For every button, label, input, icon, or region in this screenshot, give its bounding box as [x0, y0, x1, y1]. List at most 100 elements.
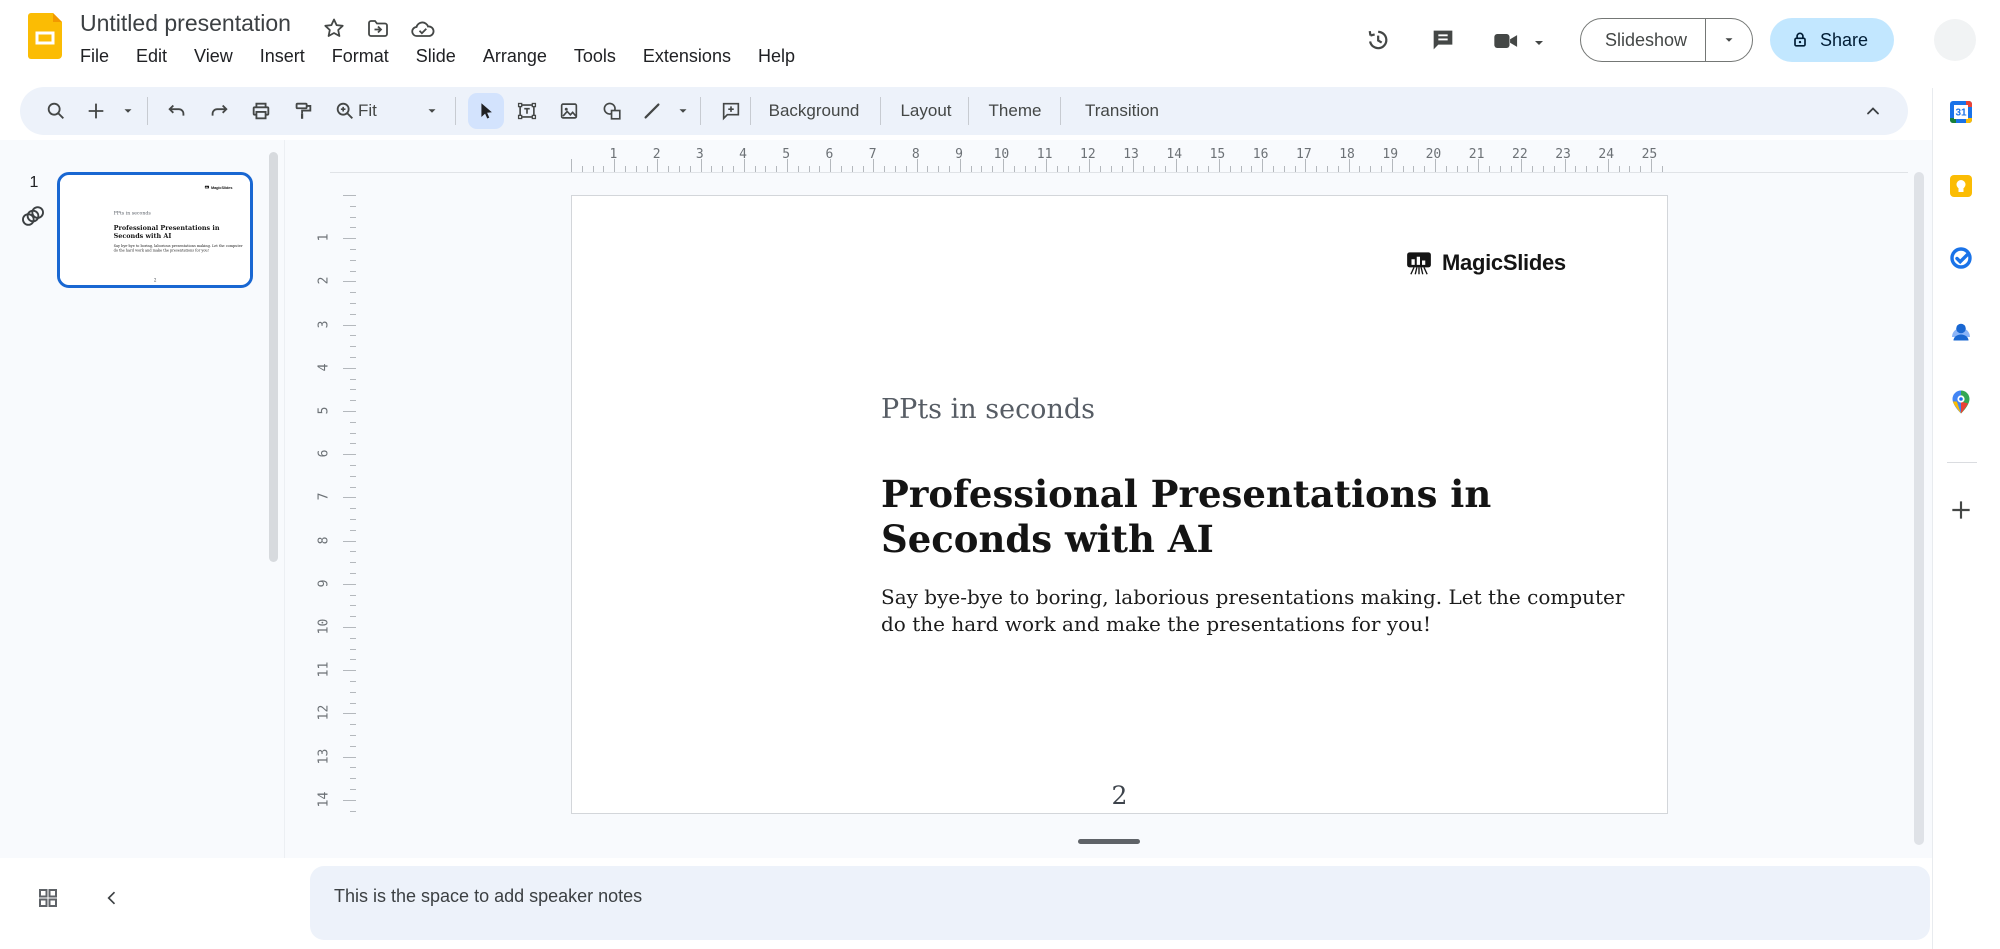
canvas-scrollbar[interactable]: [1914, 172, 1924, 845]
h-ruler-number: 16: [1252, 147, 1269, 162]
ruler-tick: [350, 745, 356, 747]
transition-button[interactable]: Transition: [1077, 92, 1167, 130]
document-title[interactable]: Untitled presentation: [80, 10, 291, 37]
google-slides-app: Untitled presentation File Edit View Insert…: [0, 0, 2000, 949]
insert-shape-icon[interactable]: [600, 99, 624, 123]
menu-item-insert[interactable]: Insert: [258, 44, 307, 69]
google-calendar-icon[interactable]: 31: [1948, 99, 1974, 125]
slideshow-dropdown-icon[interactable]: [1706, 33, 1752, 47]
zoom-select-value[interactable]: Fit: [358, 101, 377, 121]
cloud-saved-icon[interactable]: [410, 18, 436, 42]
ruler-tick: [350, 421, 356, 423]
menu-bar: File Edit View Insert Format Slide Arrange Tool…: [78, 42, 797, 70]
ruler-tick: [350, 313, 356, 315]
redo-button[interactable]: [207, 99, 231, 123]
notes-resize-handle[interactable]: [1078, 839, 1140, 844]
slide-editor-page[interactable]: MagicSlides PPts in seconds Professional…: [571, 195, 1668, 814]
meet-videocam-icon[interactable]: [1492, 28, 1520, 54]
slide-body-text[interactable]: Say bye-bye to boring, laborious present…: [881, 584, 1624, 638]
meet-dropdown-icon[interactable]: [1531, 35, 1547, 51]
menu-item-edit[interactable]: Edit: [134, 44, 169, 69]
v-ruler-number: 13: [316, 748, 332, 764]
menu-item-help[interactable]: Help: [756, 44, 797, 69]
paint-format-icon[interactable]: [291, 99, 315, 123]
undo-button[interactable]: [165, 99, 189, 123]
theme-button[interactable]: Theme: [981, 92, 1050, 130]
mini-page-number: 2: [153, 277, 157, 283]
print-button[interactable]: [249, 99, 273, 123]
ruler-tick: [350, 249, 356, 250]
ruler-tick: [350, 767, 356, 769]
star-icon[interactable]: [322, 16, 346, 40]
ruler-tick: [350, 648, 356, 650]
ruler-tick: [350, 659, 356, 661]
h-ruler-number: 15: [1209, 147, 1226, 162]
ruler-tick: [350, 259, 356, 261]
speaker-notes-input[interactable]: This is the space to add speaker notes: [310, 866, 1930, 940]
new-slide-dropdown-icon[interactable]: [116, 99, 140, 123]
get-add-ons-icon[interactable]: [1948, 497, 1974, 523]
menu-item-view[interactable]: View: [192, 44, 235, 69]
ruler-tick: [343, 540, 356, 542]
google-contacts-icon[interactable]: [1948, 319, 1974, 345]
ruler-tick: [343, 281, 356, 283]
search-menus-icon[interactable]: [44, 99, 68, 123]
share-button[interactable]: Share: [1770, 18, 1895, 62]
ruler-tick: [343, 713, 356, 715]
menu-item-tools[interactable]: Tools: [572, 44, 618, 69]
new-slide-button[interactable]: [84, 99, 108, 123]
slide-thumbnail[interactable]: MagicSlides PPts in seconds Professional…: [57, 172, 253, 288]
google-keep-icon[interactable]: [1948, 173, 1974, 199]
ruler-tick: [350, 270, 356, 272]
ruler-tick: [343, 454, 356, 456]
grid-view-icon[interactable]: [36, 886, 60, 910]
collapse-toolbar-icon[interactable]: [1861, 99, 1885, 123]
google-maps-icon[interactable]: [1948, 389, 1974, 415]
zoom-select-dropdown-icon[interactable]: [420, 99, 444, 123]
menu-item-slide[interactable]: Slide: [414, 44, 458, 69]
line-dropdown-icon[interactable]: [671, 99, 695, 123]
move-to-folder-icon[interactable]: [366, 17, 390, 41]
add-comment-icon[interactable]: [719, 99, 743, 123]
h-ruler-number: 6: [825, 147, 834, 162]
ruler-tick: [350, 216, 356, 218]
slide-title-text[interactable]: Professional Presentations in Seconds wi…: [881, 472, 1491, 562]
magicslides-logo[interactable]: MagicSlides: [1404, 248, 1566, 278]
menu-item-arrange[interactable]: Arrange: [481, 44, 549, 69]
text-box-tool-icon[interactable]: [515, 99, 539, 123]
menu-item-file[interactable]: File: [78, 44, 111, 69]
insert-image-icon[interactable]: [557, 99, 581, 123]
version-history-icon[interactable]: [1363, 26, 1391, 54]
insert-line-icon[interactable]: [640, 99, 664, 123]
transition-indicator-icon[interactable]: [19, 202, 47, 230]
v-ruler-number: 6: [316, 449, 332, 458]
v-ruler-number: 2: [316, 276, 332, 285]
slide-kicker-text[interactable]: PPts in seconds: [881, 394, 1095, 425]
ruler-tick: [350, 303, 356, 304]
slide-thumbnail-preview: MagicSlides PPts in seconds Professional…: [60, 176, 250, 284]
toolbar-divider: [880, 97, 881, 125]
account-avatar[interactable]: [1934, 19, 1976, 61]
select-tool-button[interactable]: [468, 93, 504, 129]
slideshow-button[interactable]: Slideshow: [1580, 18, 1754, 62]
ruler-tick: [350, 389, 356, 391]
toolbar-divider: [1060, 97, 1061, 125]
comments-icon[interactable]: [1429, 26, 1457, 54]
ruler-tick: [350, 735, 356, 736]
zoom-in-icon[interactable]: [333, 99, 357, 123]
collapse-filmstrip-icon[interactable]: [102, 888, 122, 908]
ruler-tick: [571, 159, 572, 172]
filmstrip-scrollbar[interactable]: [269, 152, 278, 562]
slide-page-number[interactable]: 2: [572, 781, 1667, 810]
menu-item-extensions[interactable]: Extensions: [641, 44, 733, 69]
google-tasks-icon[interactable]: [1948, 245, 1974, 271]
h-ruler-number: 12: [1079, 147, 1096, 162]
slides-logo-icon[interactable]: [28, 13, 62, 59]
menu-item-format[interactable]: Format: [330, 44, 391, 69]
ruler-tick: [343, 411, 356, 412]
background-button[interactable]: Background: [761, 92, 868, 130]
h-ruler-number: 19: [1382, 147, 1399, 162]
ruler-tick: [350, 465, 356, 466]
ruler-tick: [343, 799, 356, 801]
layout-button[interactable]: Layout: [892, 92, 959, 130]
